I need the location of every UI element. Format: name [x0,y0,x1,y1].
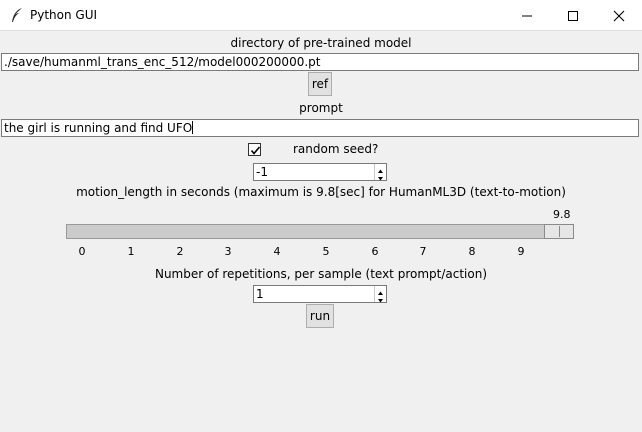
motion-length-slider-thumb[interactable] [544,224,574,239]
slider-grip [559,226,560,237]
motion-length-value: 9.8 [553,208,571,221]
title-bar: Python GUI [0,0,642,31]
arrow-down-icon [378,299,383,303]
arrow-down-icon [378,177,383,181]
random-seed-label: random seed? [293,142,379,156]
repetitions-increment-button[interactable] [375,286,386,295]
slider-tick: 7 [419,245,427,258]
maximize-button[interactable] [550,0,596,31]
seed-spinbox[interactable]: -1 [253,163,387,181]
repetitions-spin-arrows [374,286,386,303]
seed-spin-arrows [374,164,386,181]
motion-length-label: motion_length in seconds (maximum is 9.8… [76,185,566,199]
slider-tick: 8 [468,245,476,258]
repetitions-spinbox[interactable]: 1 [253,285,387,303]
seed-increment-button[interactable] [375,164,386,173]
model-path-input[interactable]: ./save/humanml_trans_enc_512/model000200… [1,53,639,71]
slider-tick: 3 [224,245,232,258]
ref-button[interactable]: ref [308,72,332,96]
slider-tick: 1 [127,245,135,258]
motion-length-slider-trough[interactable] [66,224,574,239]
seed-value: -1 [256,165,268,179]
slider-tick: 9 [517,245,525,258]
close-icon [613,10,625,22]
window-title: Python GUI [30,8,98,22]
repetitions-decrement-button[interactable] [375,294,386,303]
prompt-label: prompt [299,101,343,115]
minimize-button[interactable] [504,0,550,31]
minimize-icon [522,15,532,17]
feather-icon [10,7,24,23]
prompt-text: the girl is running and find UFO [4,121,193,135]
run-button[interactable]: run [306,304,334,328]
random-seed-checkbox[interactable] [248,143,261,156]
seed-decrement-button[interactable] [375,172,386,181]
slider-tick: 0 [78,245,86,258]
maximize-icon [568,11,578,21]
slider-tick: 5 [322,245,330,258]
model-path-text: ./save/humanml_trans_enc_512/model000200… [4,55,321,69]
model-dir-label: directory of pre-trained model [230,36,412,50]
slider-tick: 4 [273,245,281,258]
text-caret [192,121,194,134]
repetitions-value: 1 [256,287,264,301]
repetitions-label: Number of repetitions, per sample (text … [154,267,488,281]
close-button[interactable] [596,0,642,31]
checkmark-icon [250,146,261,155]
prompt-input[interactable]: the girl is running and find UFO [1,119,639,137]
slider-tick: 2 [176,245,184,258]
slider-tick: 6 [371,245,379,258]
